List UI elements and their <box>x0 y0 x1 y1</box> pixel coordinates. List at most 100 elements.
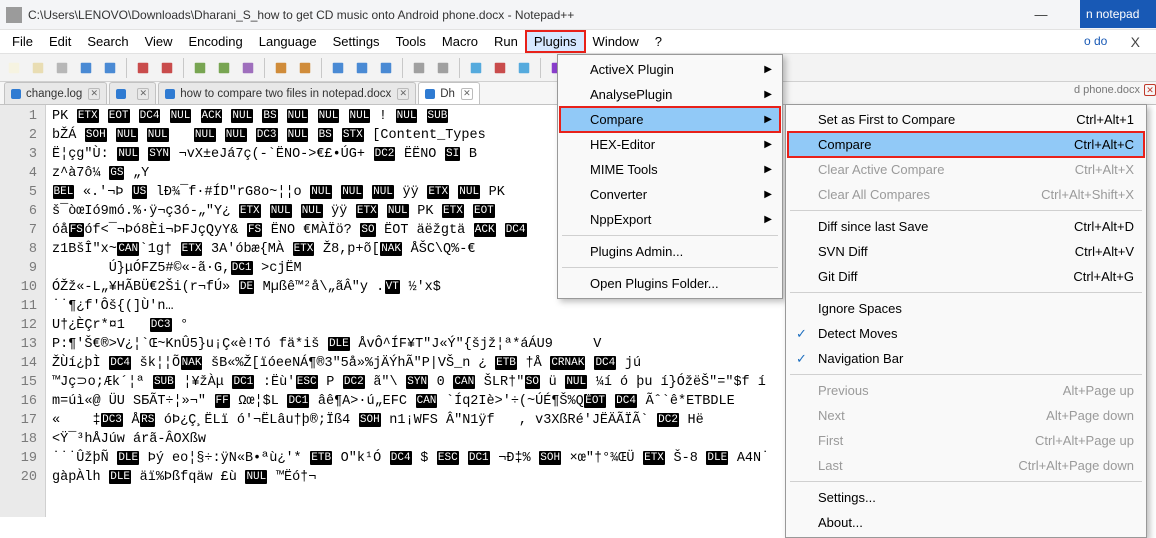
menu-item-clear-all-compares: Clear All ComparesCtrl+Alt+Shift+X <box>788 182 1144 207</box>
menu-item-detect-moves[interactable]: ✓Detect Moves <box>788 321 1144 346</box>
toolbar-button[interactable] <box>271 58 291 78</box>
menu-shortcut: Alt+Page down <box>1046 408 1134 423</box>
gutter-line: 19 <box>0 449 37 468</box>
submenu-arrow-icon: ▶ <box>764 114 772 125</box>
code-line: ™Jç⊃o;Æk´¦ª SUB ¦¥žÀμ DC1 :Ëù'ESC P DC2 … <box>52 373 769 392</box>
toolbar-button[interactable] <box>100 58 120 78</box>
menu-item-clear-active-compare: Clear Active CompareCtrl+Alt+X <box>788 157 1144 182</box>
menu-view[interactable]: View <box>137 31 181 52</box>
menu-item-next: NextAlt+Page down <box>788 403 1144 428</box>
menu-item-about[interactable]: About... <box>788 510 1144 535</box>
menu-item-svn-diff[interactable]: SVN DiffCtrl+Alt+V <box>788 239 1144 264</box>
menu-item-ignore-spaces[interactable]: Ignore Spaces <box>788 296 1144 321</box>
menu-item-first: FirstCtrl+Alt+Page up <box>788 428 1144 453</box>
tab-close[interactable]: ✕ <box>137 88 149 100</box>
menu-item-label: Clear Active Compare <box>818 162 944 177</box>
menu-item-label: About... <box>818 515 863 530</box>
menu-item-converter[interactable]: Converter ▶ <box>560 182 780 207</box>
window-minimize[interactable]: — <box>1018 0 1064 30</box>
gutter-line: 3 <box>0 145 37 164</box>
tab-save-icon <box>116 89 126 99</box>
menu-item-label: MIME Tools <box>590 162 658 177</box>
menu-item-nppexport[interactable]: NppExport▶ <box>560 207 780 232</box>
menu-encoding[interactable]: Encoding <box>181 31 251 52</box>
menu-window[interactable]: Window <box>585 31 647 52</box>
menu-item-mime-tools[interactable]: MIME Tools ▶ <box>560 157 780 182</box>
toolbar-button[interactable] <box>238 58 258 78</box>
submenu-arrow-icon: ▶ <box>764 164 772 175</box>
menu-item-git-diff[interactable]: Git DiffCtrl+Alt+G <box>788 264 1144 289</box>
toolbar-button[interactable] <box>433 58 453 78</box>
submenu-arrow-icon: ▶ <box>764 64 772 75</box>
menu-edit[interactable]: Edit <box>41 31 79 52</box>
code-line: ŽÙí¿þÌ DC4 šk¦¦ÕNAK šB«%Ž[ïóeeNÁ¶®3"5å»%… <box>52 354 769 373</box>
gutter-line: 14 <box>0 354 37 373</box>
tab-close[interactable]: ✕ <box>397 88 409 100</box>
menu-item-compare[interactable]: Compare▶ <box>560 107 780 132</box>
tab[interactable]: ✕ <box>109 82 156 104</box>
tab-close[interactable]: ✕ <box>88 88 100 100</box>
toolbar-button[interactable] <box>214 58 234 78</box>
toolbar-button[interactable] <box>133 58 153 78</box>
toolbar-button[interactable] <box>466 58 486 78</box>
tab-save-icon <box>11 89 21 99</box>
menu-file[interactable]: File <box>4 31 41 52</box>
menu-language[interactable]: Language <box>251 31 325 52</box>
toolbar-button[interactable] <box>328 58 348 78</box>
submenu-arrow-icon: ▶ <box>764 89 772 100</box>
tab[interactable]: how to compare two files in notepad.docx… <box>158 82 416 104</box>
gutter-line: 13 <box>0 335 37 354</box>
gutter-line: 12 <box>0 316 37 335</box>
menu-shortcut: Ctrl+Alt+Page up <box>1035 433 1134 448</box>
menu-search[interactable]: Search <box>79 31 136 52</box>
menu-shortcut: Ctrl+Alt+G <box>1073 269 1134 284</box>
menu-item-previous: PreviousAlt+Page up <box>788 378 1144 403</box>
menu-tools[interactable]: Tools <box>388 31 434 52</box>
menu-item-navigation-bar[interactable]: ✓Navigation Bar <box>788 346 1144 371</box>
gutter-line: 11 <box>0 297 37 316</box>
toolbar-button[interactable] <box>76 58 96 78</box>
tab[interactable]: change.log✕ <box>4 82 107 104</box>
gutter-line: 9 <box>0 259 37 278</box>
app-icon <box>6 7 22 23</box>
check-icon: ✓ <box>796 326 807 342</box>
toolbar-button[interactable] <box>352 58 372 78</box>
menu-item-label: Ignore Spaces <box>818 301 902 316</box>
menu-item-compare[interactable]: CompareCtrl+Alt+C <box>788 132 1144 157</box>
compare-submenu: Set as First to CompareCtrl+Alt+1Compare… <box>785 104 1147 538</box>
toolbar-button[interactable] <box>409 58 429 78</box>
menu-item-set-as-first-to-compare[interactable]: Set as First to CompareCtrl+Alt+1 <box>788 107 1144 132</box>
tab[interactable]: Dh✕ <box>418 82 480 104</box>
menu-item-plugins-admin[interactable]: Plugins Admin... <box>560 239 780 264</box>
window-maximize[interactable]: ☐ <box>1064 0 1110 30</box>
toolbar-button[interactable] <box>190 58 210 78</box>
window-close[interactable]: ✕ <box>1110 0 1156 30</box>
menu-help[interactable]: ? <box>647 31 670 52</box>
toolbar-button[interactable] <box>52 58 72 78</box>
menu-item-diff-since-last-save[interactable]: Diff since last SaveCtrl+Alt+D <box>788 214 1144 239</box>
toolbar-button[interactable] <box>295 58 315 78</box>
toolbar-button[interactable] <box>157 58 177 78</box>
tab-close[interactable]: ✕ <box>461 88 473 100</box>
menu-settings[interactable]: Settings <box>325 31 388 52</box>
code-line: P:¶'Š€®>V¿¦`Œ~KnÛ5}u¡Ç«è!Tó fä*iš DLE Åv… <box>52 335 769 354</box>
menu-plugins[interactable]: Plugins <box>526 31 585 52</box>
code-line: U†¿ÈÇr*¤1 DC3 ° <box>52 316 769 335</box>
menu-macro[interactable]: Macro <box>434 31 486 52</box>
toolbar-button[interactable] <box>4 58 24 78</box>
menu-item-analyseplugin[interactable]: AnalysePlugin▶ <box>560 82 780 107</box>
menu-item-hex-editor[interactable]: HEX-Editor▶ <box>560 132 780 157</box>
submenu-arrow-icon: ▶ <box>764 189 772 200</box>
menu-shortcut: Ctrl+Alt+V <box>1075 244 1134 259</box>
toolbar-button[interactable] <box>28 58 48 78</box>
menu-run[interactable]: Run <box>486 31 526 52</box>
doc-close-x[interactable]: X <box>1119 34 1152 50</box>
toolbar-button[interactable] <box>490 58 510 78</box>
toolbar-button[interactable] <box>514 58 534 78</box>
menu-item-settings[interactable]: Settings... <box>788 485 1144 510</box>
menu-item-label: Converter <box>590 187 647 202</box>
menu-item-open-plugins-folder[interactable]: Open Plugins Folder... <box>560 271 780 296</box>
toolbar-button[interactable] <box>376 58 396 78</box>
menu-item-activex-plugin[interactable]: ActiveX Plugin▶ <box>560 57 780 82</box>
tab-overflow-close[interactable]: ✕ <box>1144 84 1156 96</box>
